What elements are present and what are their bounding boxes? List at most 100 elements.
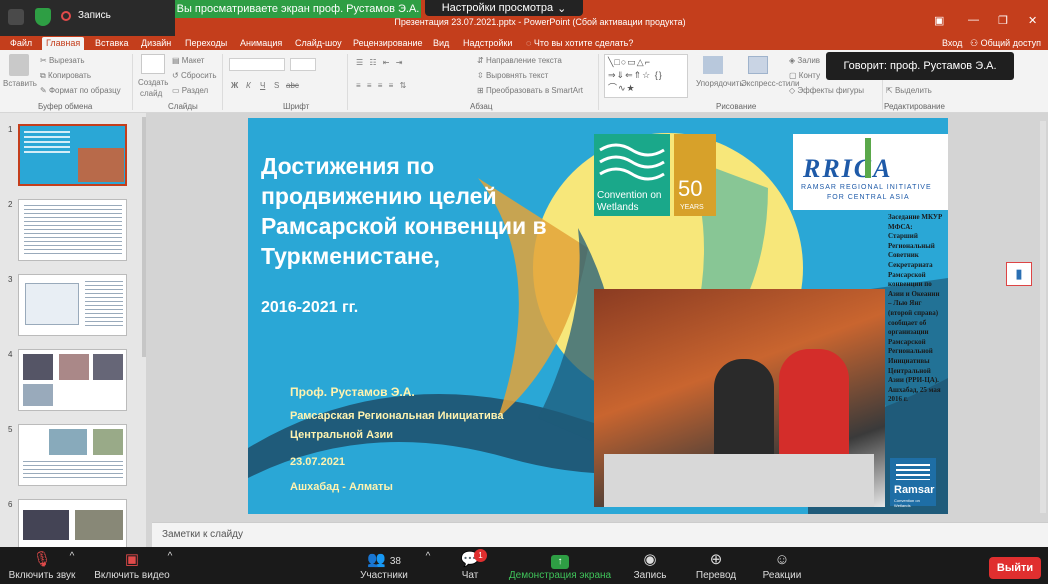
close-icon[interactable]: ✕	[1028, 14, 1037, 27]
bold-button[interactable]: Ж	[231, 81, 238, 90]
tab-design[interactable]: Дизайн	[137, 37, 175, 50]
view-options-button[interactable]: Настройки просмотра ⌄	[425, 0, 583, 16]
tell-me-search[interactable]: ◌ Что вы хотите сделать?	[522, 37, 637, 50]
underline-button[interactable]: Ч	[260, 81, 265, 90]
align-text-button[interactable]: ⇳ Выровнять текст	[477, 71, 548, 80]
cow-line2: Wetlands	[597, 202, 639, 213]
effects-button[interactable]: ◇ Эффекты фигуры	[789, 86, 864, 95]
paste-button[interactable]: Вставить	[3, 79, 37, 88]
slide-number: 4	[8, 350, 13, 359]
photo-table	[604, 454, 874, 507]
participants-options-chevron[interactable]: ^	[422, 551, 434, 562]
shield-icon[interactable]	[35, 8, 51, 26]
tab-addins[interactable]: Надстройки	[459, 37, 516, 50]
slide-title: Достижения по продвижению целей Рамсарск…	[261, 153, 547, 269]
cut-button[interactable]: ✂ Вырезать	[40, 56, 85, 65]
tab-file[interactable]: Файл	[6, 37, 36, 50]
shapes-gallery[interactable]: ╲□○▭△⌐ ⇒⇓⇐⇑☆ {}⌒∿★	[604, 54, 688, 98]
text-direction-button[interactable]: ⇵ Направление текста	[477, 56, 562, 65]
participants-button[interactable]: 👥 38 Участники	[356, 550, 412, 581]
font-size-input[interactable]	[290, 58, 316, 71]
slide-place: Ашхабад - Алматы	[290, 481, 393, 493]
layout-label: Макет	[181, 56, 205, 65]
ribbon-display-icon[interactable]: ▣	[934, 14, 944, 27]
bookmark-icon[interactable]: ▮	[1006, 262, 1032, 286]
share-screen-label: Демонстрация экрана	[508, 570, 612, 581]
cow-line1: Convention on	[597, 190, 662, 201]
reset-button[interactable]: ↺ Сбросить	[172, 71, 217, 80]
minimize-icon[interactable]: —	[968, 14, 979, 26]
italic-button[interactable]: К	[246, 81, 251, 90]
smartart-icon: ⊞	[477, 86, 486, 95]
tab-view[interactable]: Вид	[429, 37, 453, 50]
layout-button[interactable]: ▤ Макет	[172, 56, 204, 65]
slide-thumbnail[interactable]	[18, 199, 127, 261]
shadow-button[interactable]: S	[274, 81, 279, 90]
font-name-input[interactable]	[229, 58, 285, 71]
person-icon: ⚇	[970, 38, 981, 48]
new-slide-button[interactable]: Создать	[138, 78, 168, 87]
reset-label: Сбросить	[180, 71, 217, 80]
select-button[interactable]: ⇱ Выделить	[886, 86, 932, 95]
slide-thumbnails-pane[interactable]: 1 2 3 4 5 6	[0, 113, 146, 561]
translation-button[interactable]: ⊕ Перевод	[690, 550, 742, 581]
thumbnail-photo	[93, 354, 123, 380]
section-button[interactable]: ▭ Раздел	[172, 86, 208, 95]
align-buttons[interactable]: ≡ ≡ ≡ ≡ ⇅	[356, 81, 408, 90]
share-button[interactable]: ⚇ Общий доступ	[966, 37, 1045, 50]
editor-scrollbar[interactable]	[1040, 121, 1046, 513]
slide-thumbnail[interactable]	[18, 274, 127, 336]
rrica-subtitle1: RAMSAR REGIONAL INITIATIVE	[801, 184, 932, 191]
slide-thumbnail[interactable]	[18, 124, 127, 186]
slide-org-line2: Центральной Азии	[290, 429, 394, 441]
thumbnail-photo	[78, 148, 124, 182]
group-font: Шрифт	[283, 102, 310, 111]
new-slide-label2: слайд	[140, 89, 163, 98]
leave-meeting-button[interactable]: Выйти	[989, 557, 1041, 579]
signin-link[interactable]: Вход	[938, 37, 966, 50]
slide-canvas[interactable]: Достижения по продвижению целей Рамсарск…	[248, 118, 948, 514]
slide-thumbnail[interactable]	[18, 349, 127, 411]
maximize-icon[interactable]: ❐	[998, 14, 1008, 27]
share-screen-icon: ↑	[506, 550, 614, 570]
fill-button[interactable]: ◈ Залив	[789, 56, 820, 65]
audio-options-chevron[interactable]: ^	[66, 551, 78, 562]
reactions-label: Реакции	[762, 570, 802, 581]
tab-animation[interactable]: Анимация	[236, 37, 286, 50]
select-label: Выделить	[894, 86, 932, 95]
record-icon: ◉	[643, 551, 657, 568]
smartart-button[interactable]: ⊞ Преобразовать в SmartArt	[477, 86, 583, 95]
outline-button[interactable]: ▢ Конту	[789, 71, 820, 80]
strikethrough-button[interactable]: abc	[286, 81, 299, 90]
arrange-button[interactable]: Упорядочить	[696, 79, 744, 88]
slide-date: 23.07.2021	[290, 456, 346, 468]
tab-transitions[interactable]: Переходы	[181, 37, 231, 50]
start-video-button[interactable]: ▣ Включить видео	[90, 550, 174, 581]
styles-icon[interactable]	[748, 56, 768, 74]
paste-icon[interactable]	[9, 54, 29, 76]
reactions-button[interactable]: ☺ Реакции	[756, 550, 808, 581]
slide-thumbnail[interactable]	[18, 424, 127, 486]
outline-label: Конту	[798, 71, 821, 80]
arrange-icon[interactable]	[703, 56, 723, 74]
record-button[interactable]: ◉ Запись	[626, 550, 674, 581]
list-buttons[interactable]: ☰ ☷ ⇤ ⇥	[356, 58, 404, 67]
slide-number: 6	[8, 500, 13, 509]
copy-button[interactable]: ⧉ Копировать	[40, 71, 91, 81]
slide-number: 3	[8, 275, 13, 284]
tab-slideshow[interactable]: Слайд-шоу	[291, 37, 346, 50]
camera-muted-icon: ▣	[124, 551, 140, 568]
new-slide-icon[interactable]	[141, 54, 165, 74]
format-painter-button[interactable]: ✎ Формат по образцу	[40, 86, 121, 95]
share-screen-button[interactable]: ↑ Демонстрация экрана	[506, 550, 614, 581]
smartart-label: Преобразовать в SmartArt	[485, 86, 583, 95]
notes-field[interactable]: Заметки к слайду	[152, 522, 1048, 547]
reed-icon	[865, 138, 871, 178]
lightbulb-icon: ◌	[526, 38, 534, 48]
thumbnail-map	[25, 283, 79, 325]
tab-review[interactable]: Рецензирование	[349, 37, 427, 50]
zoom-info-icon[interactable]	[8, 9, 24, 25]
tab-insert[interactable]: Вставка	[91, 37, 132, 50]
video-options-chevron[interactable]: ^	[164, 551, 176, 562]
tab-home[interactable]: Главная	[42, 37, 85, 50]
